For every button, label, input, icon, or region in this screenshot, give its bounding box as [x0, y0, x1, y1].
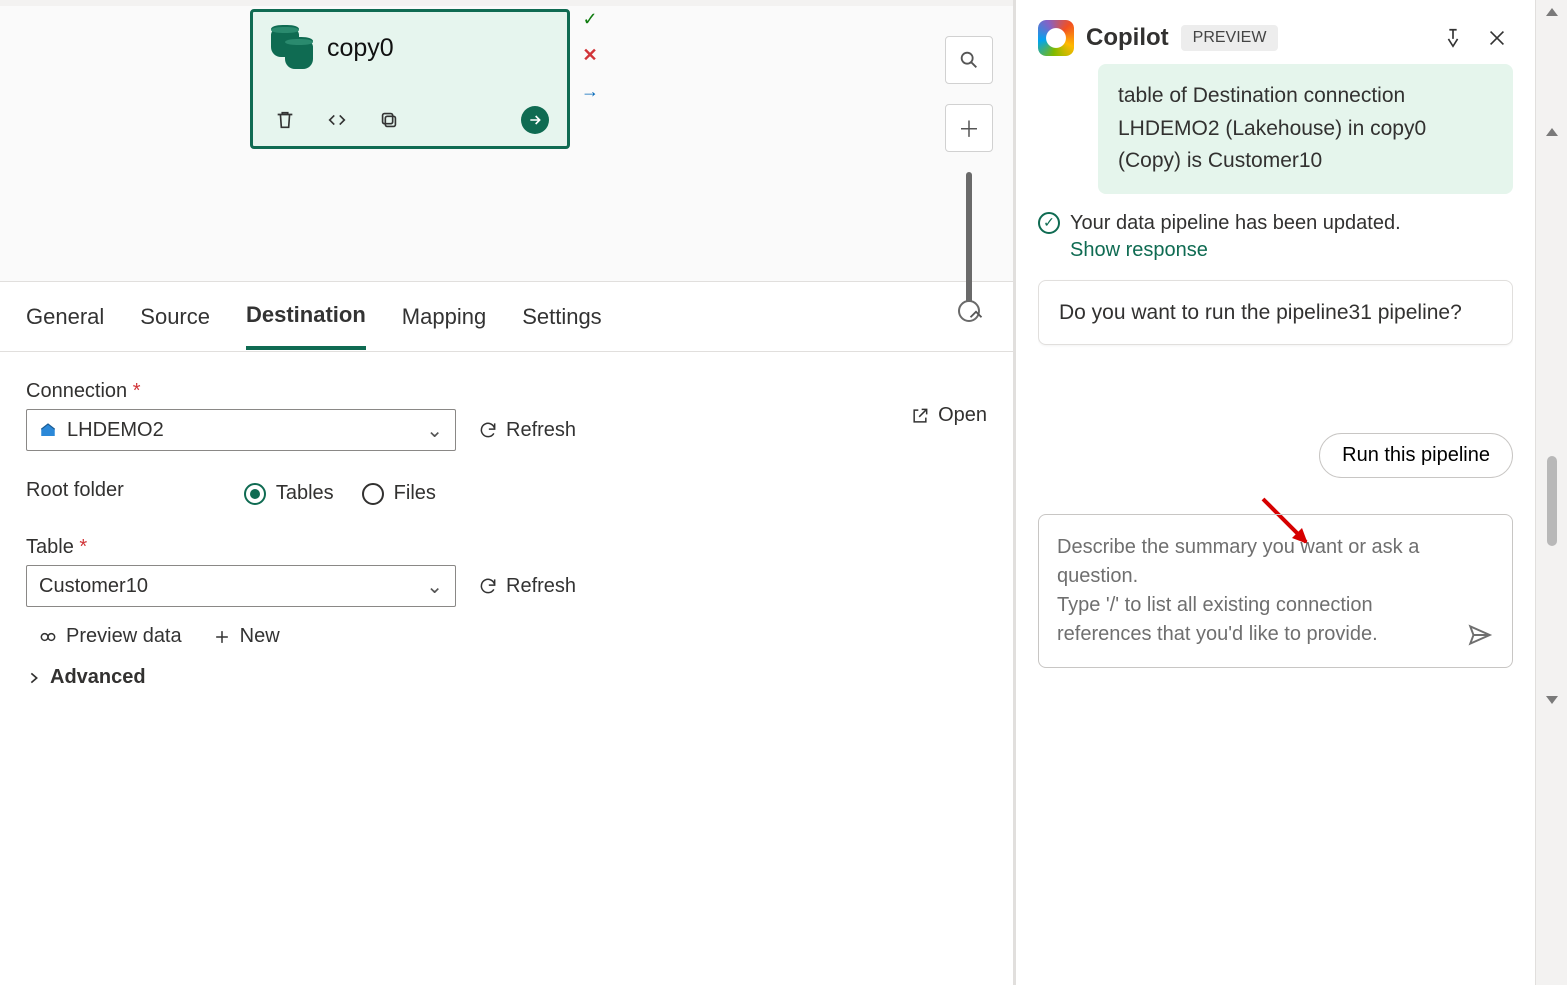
chat-scroll-down-icon[interactable] — [1546, 696, 1558, 704]
advanced-toggle[interactable]: Advanced — [26, 666, 987, 689]
delete-icon[interactable] — [271, 106, 299, 134]
rail-spacer — [1536, 22, 1567, 122]
root-folder-radio-files[interactable]: Files — [362, 482, 436, 505]
activity-toolbar — [271, 106, 549, 134]
copilot-title: Copilot — [1086, 24, 1169, 52]
run-this-pipeline-button[interactable]: Run this pipeline — [1319, 433, 1513, 478]
table-select[interactable]: Customer10 ⌄ — [26, 565, 456, 607]
connection-select[interactable]: LHDEMO2 ⌄ — [26, 409, 456, 451]
refresh-label: Refresh — [506, 419, 576, 442]
chevron-down-icon: ⌄ — [426, 574, 443, 599]
code-icon[interactable] — [323, 106, 351, 134]
copy-data-icon — [271, 26, 315, 70]
chevron-down-icon: ⌄ — [426, 418, 443, 443]
activity-header: copy0 — [253, 12, 567, 74]
properties-tabs: General Source Destination Mapping Setti… — [0, 282, 1013, 352]
preview-data-button[interactable]: Preview data — [38, 625, 182, 648]
copilot-assistant-bubble: table of Destination connection LHDEMO2 … — [1098, 64, 1513, 194]
root-folder-label: Root folder — [26, 479, 124, 502]
root-folder-radio-tables[interactable]: Tables — [244, 482, 334, 505]
copy-icon[interactable] — [375, 106, 403, 134]
pin-icon[interactable] — [1437, 22, 1469, 54]
copilot-question-text: Do you want to run the pipeline31 pipeli… — [1059, 301, 1462, 324]
completion-handle-icon[interactable]: → — [581, 81, 599, 101]
scroll-thumb[interactable] — [1547, 456, 1557, 546]
tables-option-label: Tables — [276, 482, 334, 505]
send-icon[interactable] — [1464, 619, 1496, 651]
table-label: Table — [26, 536, 987, 559]
failure-handle-icon[interactable]: ✕ — [582, 45, 597, 65]
pipeline-canvas[interactable]: copy0 — [0, 0, 1013, 282]
advanced-label: Advanced — [50, 666, 146, 689]
preview-badge: PREVIEW — [1181, 25, 1279, 51]
open-label: Open — [938, 404, 987, 427]
connection-value: LHDEMO2 — [67, 419, 164, 442]
lakehouse-icon — [39, 421, 57, 439]
files-option-label: Files — [394, 482, 436, 505]
tab-mapping[interactable]: Mapping — [402, 286, 486, 348]
copilot-input-placeholder: Describe the summary you want or ask a q… — [1057, 536, 1425, 645]
scroll-rail — [1535, 0, 1567, 985]
close-icon[interactable] — [1481, 22, 1513, 54]
properties-panel: General Source Destination Mapping Setti… — [0, 282, 1013, 985]
tab-settings[interactable]: Settings — [522, 286, 602, 348]
canvas-search-button[interactable] — [945, 36, 993, 84]
refresh-table-button[interactable]: Refresh — [478, 575, 576, 598]
new-table-button[interactable]: New — [212, 625, 280, 648]
activity-status-handles: ✓ ✕ → — [578, 9, 602, 101]
refresh-label-2: Refresh — [506, 575, 576, 598]
new-label: New — [240, 625, 280, 648]
copilot-input[interactable]: Describe the summary you want or ask a q… — [1038, 514, 1513, 668]
run-this-pipeline-label: Run this pipeline — [1342, 444, 1490, 466]
copilot-status: ✓ Your data pipeline has been updated. S… — [1038, 212, 1513, 262]
preview-data-label: Preview data — [66, 625, 182, 648]
copilot-header: Copilot PREVIEW — [1038, 20, 1513, 56]
canvas-add-button[interactable]: ＋ — [945, 104, 993, 152]
chat-scroll-up-icon[interactable] — [1546, 128, 1558, 136]
copilot-question-bubble: Do you want to run the pipeline31 pipeli… — [1038, 280, 1513, 346]
activity-name-label: copy0 — [327, 34, 394, 63]
canvas-controls: ＋ — [945, 36, 993, 312]
copilot-status-msg: Your data pipeline has been updated. — [1070, 212, 1401, 234]
copilot-green-text: table of Destination connection LHDEMO2 … — [1118, 84, 1426, 172]
tab-source[interactable]: Source — [140, 286, 210, 348]
scroll-up-button[interactable] — [1546, 8, 1558, 16]
copilot-panel: Copilot PREVIEW table of Destination con… — [1015, 0, 1535, 985]
open-connection-button[interactable]: Open — [910, 404, 987, 427]
collapse-panel-button[interactable] — [965, 303, 987, 330]
proceed-icon[interactable] — [521, 106, 549, 134]
table-value: Customer10 — [39, 575, 148, 598]
tab-destination[interactable]: Destination — [246, 284, 366, 350]
success-handle-icon[interactable]: ✓ — [582, 9, 597, 29]
tab-general[interactable]: General — [26, 286, 104, 348]
show-response-link[interactable]: Show response — [1070, 239, 1401, 262]
root-folder-radio-group: Tables Files — [244, 482, 436, 505]
success-check-icon: ✓ — [1038, 212, 1060, 234]
refresh-connection-button[interactable]: Refresh — [478, 419, 576, 442]
activity-node-copy0[interactable]: copy0 — [250, 9, 570, 149]
connection-label: Connection — [26, 380, 576, 403]
copilot-logo-icon — [1038, 20, 1074, 56]
